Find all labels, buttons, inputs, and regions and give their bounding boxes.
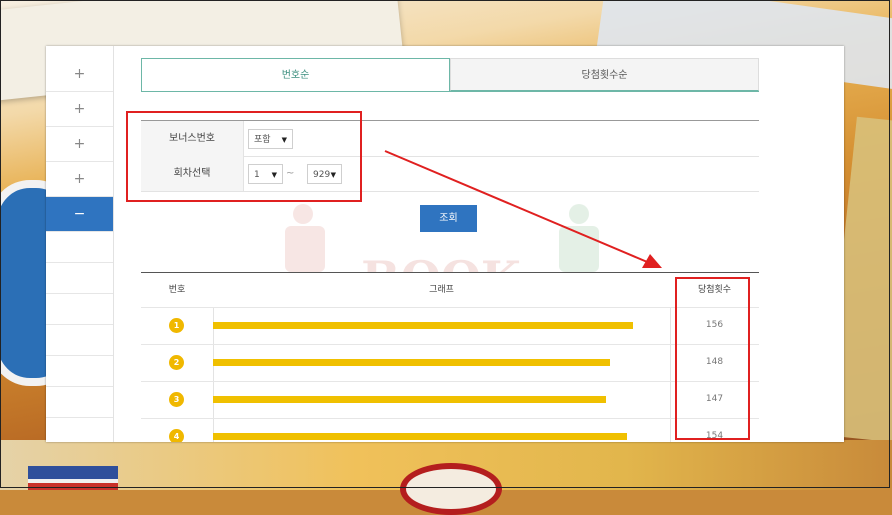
table-row: 1 156 xyxy=(141,307,759,345)
lotto-stats-page: + + + + − 번호순 당첨횟수순 보너스번호 포함 ▼ 회차선택 1 ▼ xyxy=(46,46,844,442)
frequency-bar xyxy=(213,322,633,329)
round-label: 회차선택 xyxy=(141,156,244,191)
sidebar-item-2[interactable]: + xyxy=(46,92,113,127)
bonus-row: 보너스번호 포함 ▼ xyxy=(141,121,759,157)
table-row: 3 147 xyxy=(141,381,759,419)
frequency-bar xyxy=(213,433,627,440)
sort-tabs: 번호순 당첨횟수순 xyxy=(141,58,759,91)
collapse-icon: − xyxy=(73,206,86,222)
round-from-value: 1 xyxy=(254,170,260,180)
table-header: 번호 그래프 당첨횟수 xyxy=(141,273,759,308)
sidebar-item-empty[interactable] xyxy=(46,263,113,294)
sidebar-item-active[interactable]: − xyxy=(46,197,113,232)
lotto-ball: 4 xyxy=(169,429,184,442)
expand-icon: + xyxy=(73,171,86,187)
win-count: 156 xyxy=(705,320,724,330)
sidebar-item-empty[interactable] xyxy=(46,356,113,387)
sidebar-item-empty[interactable] xyxy=(46,325,113,356)
round-from-select[interactable]: 1 ▼ xyxy=(248,164,283,184)
sidebar-item-4[interactable]: + xyxy=(46,162,113,197)
sidebar-item-empty[interactable] xyxy=(46,232,113,263)
results-table: 번호 그래프 당첨횟수 1 156 2 148 3 147 4 154 xyxy=(141,272,759,442)
win-count: 147 xyxy=(705,394,724,404)
range-separator: ~ xyxy=(286,168,295,179)
round-to-select[interactable]: 929 ▼ xyxy=(307,164,342,184)
bonus-select[interactable]: 포함 ▼ xyxy=(248,129,293,149)
expand-icon: + xyxy=(73,136,86,152)
frequency-bar xyxy=(213,359,610,366)
tab-by-number[interactable]: 번호순 xyxy=(141,58,450,91)
dropdown-arrow-icon: ▼ xyxy=(330,171,336,179)
expand-icon: + xyxy=(73,66,86,82)
bonus-label: 보너스번호 xyxy=(141,121,244,156)
win-count: 154 xyxy=(705,431,724,441)
dropdown-arrow-icon: ▼ xyxy=(271,171,277,179)
background-seal xyxy=(400,463,502,515)
filter-panel: 보너스번호 포함 ▼ 회차선택 1 ▼ ~ 929 ▼ xyxy=(141,120,759,192)
sidebar-item-1[interactable]: + xyxy=(46,56,113,92)
lotto-ball: 2 xyxy=(169,355,184,370)
frequency-bar xyxy=(213,396,606,403)
background-flag xyxy=(28,466,118,490)
win-count: 148 xyxy=(705,357,724,367)
search-button[interactable]: 조회 xyxy=(420,205,477,232)
tab-underline xyxy=(141,91,759,92)
header-number: 번호 xyxy=(168,285,186,295)
header-win-count: 당첨횟수 xyxy=(697,285,732,295)
header-graph: 그래프 xyxy=(429,285,454,295)
sidebar-item-3[interactable]: + xyxy=(46,127,113,162)
lotto-ball: 3 xyxy=(169,392,184,407)
table-row: 4 154 xyxy=(141,418,759,442)
lotto-ball: 1 xyxy=(169,318,184,333)
sidebar: + + + + − xyxy=(46,46,114,442)
dropdown-arrow-icon: ▼ xyxy=(281,136,287,144)
round-row: 회차선택 1 ▼ ~ 929 ▼ xyxy=(141,156,759,192)
tab-by-win-count[interactable]: 당첨횟수순 xyxy=(450,58,759,91)
table-row: 2 148 xyxy=(141,344,759,382)
expand-icon: + xyxy=(73,101,86,117)
round-to-value: 929 xyxy=(313,170,331,180)
bonus-select-value: 포함 xyxy=(254,135,271,145)
sidebar-item-empty[interactable] xyxy=(46,387,113,418)
sidebar-item-empty[interactable] xyxy=(46,294,113,325)
